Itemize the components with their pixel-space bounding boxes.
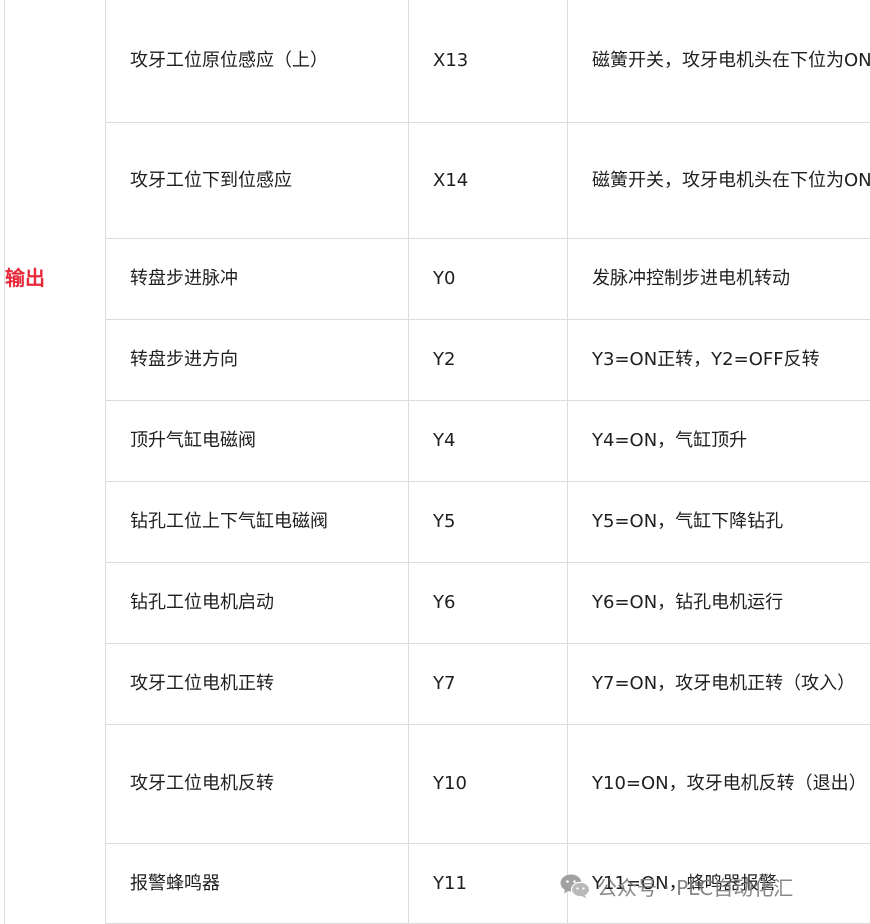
category-cell [5, 563, 106, 644]
table-row: 攻牙工位电机正转 Y7 Y7=ON，攻牙电机正转（攻入） [5, 644, 870, 725]
description-cell: Y3=ON正转，Y2=OFF反转 [568, 320, 870, 401]
description-cell: 磁簧开关，攻牙电机头在下位为ON [568, 123, 870, 239]
signal-name-cell: 转盘步进方向 [106, 320, 409, 401]
category-cell [5, 123, 106, 239]
table-row: 钻孔工位上下气缸电磁阀 Y5 Y5=ON，气缸下降钻孔 [5, 482, 870, 563]
table-row: 钻孔工位电机启动 Y6 Y6=ON，钻孔电机运行 [5, 563, 870, 644]
description-cell: Y5=ON，气缸下降钻孔 [568, 482, 870, 563]
signal-name-cell: 报警蜂鸣器 [106, 844, 409, 924]
address-cell: Y7 [409, 644, 568, 725]
description-cell: Y7=ON，攻牙电机正转（攻入） [568, 644, 870, 725]
description-cell: Y10=ON，攻牙电机反转（退出） [568, 725, 870, 844]
category-cell [5, 644, 106, 725]
description-cell: Y6=ON，钻孔电机运行 [568, 563, 870, 644]
category-cell [5, 725, 106, 844]
signal-name-cell: 攻牙工位电机正转 [106, 644, 409, 725]
table-row: 攻牙工位原位感应（上） X13 磁簧开关，攻牙电机头在下位为ON [5, 0, 870, 123]
category-cell [5, 320, 106, 401]
signal-name-cell: 攻牙工位下到位感应 [106, 123, 409, 239]
table-row: 攻牙工位电机反转 Y10 Y10=ON，攻牙电机反转（退出） [5, 725, 870, 844]
table-row: 攻牙工位下到位感应 X14 磁簧开关，攻牙电机头在下位为ON [5, 123, 870, 239]
category-cell [5, 482, 106, 563]
category-cell: 输出 [5, 239, 106, 320]
category-cell [5, 0, 106, 123]
signal-name-cell: 攻牙工位原位感应（上） [106, 0, 409, 123]
table-row: 顶升气缸电磁阀 Y4 Y4=ON，气缸顶升 [5, 401, 870, 482]
signal-name-cell: 钻孔工位电机启动 [106, 563, 409, 644]
signal-name-cell: 攻牙工位电机反转 [106, 725, 409, 844]
watermark-text: 公众号 · PLC自动化汇 [597, 872, 793, 901]
description-cell: 发脉冲控制步进电机转动 [568, 239, 870, 320]
signal-name-cell: 转盘步进脉冲 [106, 239, 409, 320]
category-cell [5, 401, 106, 482]
description-cell: Y4=ON，气缸顶升 [568, 401, 870, 482]
signal-name-cell: 顶升气缸电磁阀 [106, 401, 409, 482]
wechat-icon [559, 872, 591, 900]
address-cell: Y5 [409, 482, 568, 563]
signal-name-cell: 钻孔工位上下气缸电磁阀 [106, 482, 409, 563]
category-cell [5, 844, 106, 924]
io-assignment-table: 攻牙工位原位感应（上） X13 磁簧开关，攻牙电机头在下位为ON 攻牙工位下到位… [4, 0, 870, 924]
output-section-label: 输出 [5, 266, 45, 290]
address-cell: Y10 [409, 725, 568, 844]
address-cell: Y0 [409, 239, 568, 320]
table-row: 输出 转盘步进脉冲 Y0 发脉冲控制步进电机转动 [5, 239, 870, 320]
address-cell: Y6 [409, 563, 568, 644]
watermark: 公众号 · PLC自动化汇 [559, 868, 793, 904]
address-cell: Y4 [409, 401, 568, 482]
address-cell: X13 [409, 0, 568, 123]
table-row: 转盘步进方向 Y2 Y3=ON正转，Y2=OFF反转 [5, 320, 870, 401]
address-cell: X14 [409, 123, 568, 239]
address-cell: Y11 [409, 844, 568, 924]
description-cell: 磁簧开关，攻牙电机头在下位为ON [568, 0, 870, 123]
address-cell: Y2 [409, 320, 568, 401]
